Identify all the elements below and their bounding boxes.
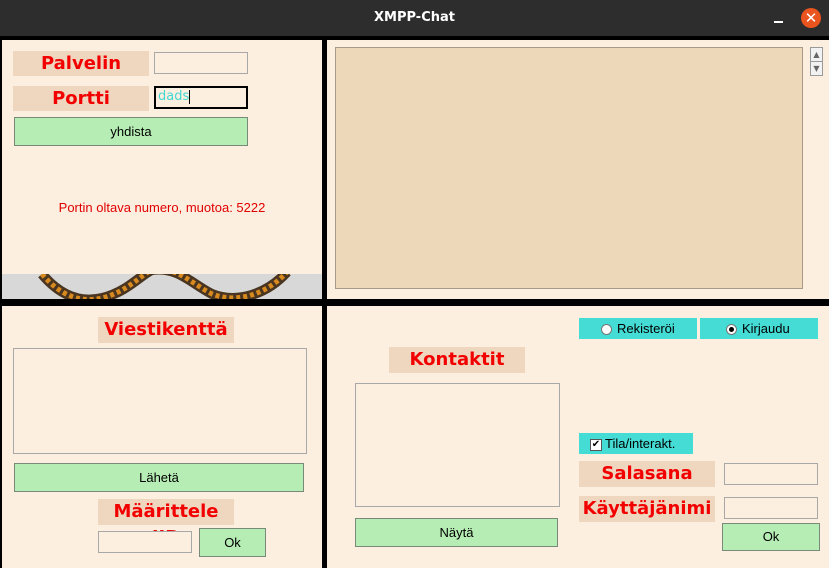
message-field-label: Viestikenttä (98, 317, 234, 343)
scroll-up-icon[interactable]: ▲ (811, 48, 822, 62)
window-title: XMPP-Chat (374, 10, 455, 25)
wave-decoration-icon (38, 274, 291, 299)
port-input-value: dads (158, 89, 190, 104)
jid-input[interactable] (98, 531, 192, 553)
password-label: Salasana (579, 461, 715, 487)
server-label: Palvelin (13, 51, 149, 76)
status-label: Tila/interakt. (605, 436, 676, 451)
login-label: Kirjaudu (742, 321, 790, 336)
decorative-strip (2, 274, 322, 299)
contacts-list[interactable] (355, 383, 560, 507)
login-ok-button[interactable]: Ok (722, 523, 820, 551)
port-label: Portti (13, 86, 149, 111)
username-label: Käyttäjänimi (579, 496, 715, 522)
port-input[interactable]: dads (154, 86, 248, 109)
jid-label: Määrittele JID (98, 499, 234, 548)
chat-scrollbar[interactable]: ▲ ▼ (810, 47, 823, 76)
show-contacts-button[interactable]: Näytä (355, 518, 558, 547)
login-radio[interactable]: Kirjaudu (700, 318, 818, 339)
username-input[interactable] (724, 497, 818, 519)
register-label: Rekisteröi (617, 321, 675, 336)
port-hint: Portin oltava numero, muotoa: 5222 (58, 200, 266, 215)
contacts-label: Kontaktit (389, 347, 525, 373)
close-icon[interactable]: ✕ (801, 8, 821, 28)
connection-panel (2, 40, 322, 299)
status-checkbox[interactable]: ✔ Tila/interakt. (579, 433, 693, 454)
radio-off-icon (601, 324, 612, 336)
minimize-icon[interactable] (768, 8, 788, 28)
register-radio[interactable]: Rekisteröi (579, 318, 697, 339)
send-button[interactable]: Lähetä (14, 463, 304, 492)
scroll-down-icon[interactable]: ▼ (811, 62, 822, 75)
radio-on-icon (726, 324, 737, 336)
message-textarea[interactable] (13, 348, 307, 454)
chat-display[interactable] (335, 47, 803, 289)
checkmark-icon: ✔ (590, 438, 602, 451)
server-input[interactable] (154, 52, 248, 74)
password-input[interactable] (724, 463, 818, 485)
connect-button[interactable]: yhdista (14, 117, 248, 146)
jid-ok-button[interactable]: Ok (199, 528, 266, 557)
